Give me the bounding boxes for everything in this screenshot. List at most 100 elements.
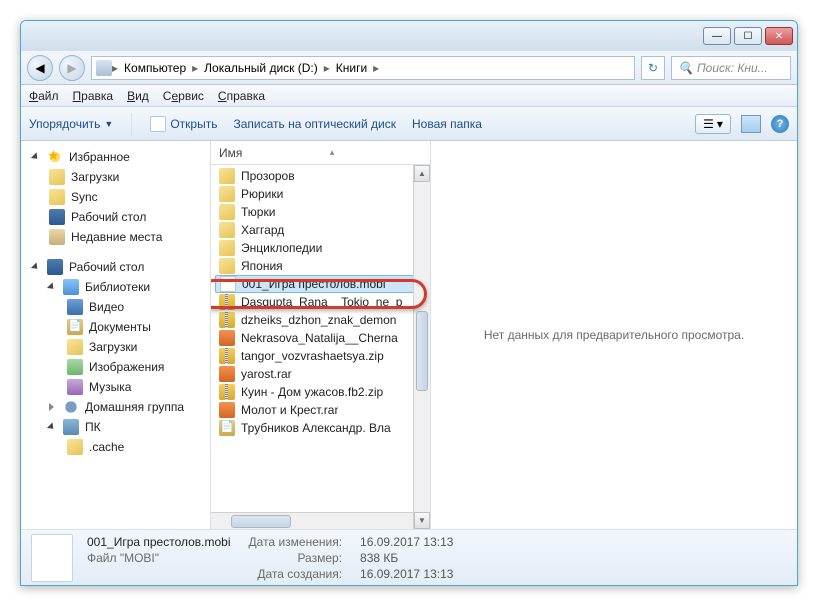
- scroll-thumb[interactable]: [231, 515, 291, 528]
- breadcrumb-part[interactable]: Локальный диск (D:): [198, 61, 324, 75]
- file-row[interactable]: Прозоров: [211, 167, 430, 185]
- file-row[interactable]: 001_Игра престолов.mobi: [215, 275, 426, 293]
- forward-button[interactable]: ▶: [59, 55, 85, 81]
- sidebar-item-documents[interactable]: Документы: [25, 317, 206, 337]
- menu-tools[interactable]: Сервис: [163, 89, 204, 103]
- scroll-thumb[interactable]: [416, 311, 428, 391]
- maximize-button[interactable]: ☐: [734, 27, 762, 45]
- file-list-pane: Имя▴ ПрозоровРюрикиТюрки Хаггард Энциклопе…: [211, 141, 431, 529]
- rar-icon: [219, 330, 235, 346]
- document-icon: [67, 319, 83, 335]
- minimize-button[interactable]: —: [703, 27, 731, 45]
- status-modified-label: Дата изменения:: [249, 535, 343, 549]
- status-modified-value: 16.09.2017 13:13: [360, 535, 453, 549]
- new-folder-button[interactable]: Новая папка: [412, 117, 482, 131]
- sidebar-item-sync[interactable]: Sync: [25, 187, 206, 207]
- preview-pane-button[interactable]: [741, 115, 761, 133]
- sidebar-desktop[interactable]: Рабочий стол: [25, 257, 206, 277]
- file-row[interactable]: Тюрки: [211, 203, 430, 221]
- expand-icon: [47, 282, 56, 291]
- vertical-scrollbar[interactable]: ▲ ▼: [413, 165, 430, 529]
- file-row[interactable]: Трубников Александр. Вла: [211, 419, 430, 437]
- folder-icon: [219, 222, 235, 238]
- menu-view[interactable]: Вид: [127, 89, 149, 103]
- sidebar-item-desktop[interactable]: Рабочий стол: [25, 207, 206, 227]
- file-icon: [220, 276, 236, 292]
- column-header-name[interactable]: Имя▴: [211, 141, 430, 165]
- file-name: Куин - Дом ужасов.fb2.zip: [241, 385, 383, 399]
- file-row[interactable]: Куин - Дом ужасов.fb2.zip: [211, 383, 430, 401]
- video-icon: [67, 299, 83, 315]
- file-name: Молот и Крест.rar: [241, 403, 338, 417]
- file-row[interactable]: yarost.rar: [211, 365, 430, 383]
- close-button[interactable]: ✕: [765, 27, 793, 45]
- scroll-down-icon[interactable]: ▼: [414, 512, 430, 529]
- burn-button[interactable]: Записать на оптический диск: [233, 117, 396, 131]
- file-row[interactable]: Япония: [211, 257, 430, 275]
- status-filename: 001_Игра престолов.mobi: [87, 535, 231, 549]
- menu-edit[interactable]: Правка: [73, 89, 114, 103]
- rar-icon: [219, 402, 235, 418]
- file-row[interactable]: tangor_vozvrashaetsya.zip: [211, 347, 430, 365]
- status-created-value: 16.09.2017 13:13: [360, 567, 453, 581]
- zip-icon: [219, 312, 235, 328]
- doc-icon: [219, 420, 235, 436]
- folder-icon: [67, 339, 83, 355]
- sort-icon: ▴: [330, 147, 335, 158]
- status-size-value: 838 КБ: [360, 551, 453, 565]
- folder-icon: [219, 168, 235, 184]
- menu-file[interactable]: Файл: [29, 89, 59, 103]
- folder-icon: [49, 169, 65, 185]
- chevron-right-icon: ▸: [373, 61, 379, 75]
- view-options-button[interactable]: ☰▾: [695, 114, 731, 134]
- file-list: ПрозоровРюрикиТюрки Хаггард Энциклопедии Яп…: [211, 165, 430, 512]
- file-name: Энциклопедии: [241, 241, 322, 255]
- file-name: dzheiks_dzhon_znak_demon: [241, 313, 396, 327]
- open-button[interactable]: Открыть: [150, 116, 217, 132]
- sidebar-item-downloads[interactable]: Загрузки: [25, 337, 206, 357]
- sidebar-item-downloads[interactable]: Загрузки: [25, 167, 206, 187]
- music-icon: [67, 379, 83, 395]
- file-row[interactable]: Nekrasova_Natalija__Cherna: [211, 329, 430, 347]
- menu-help[interactable]: Справка: [218, 89, 265, 103]
- toolbar: Упорядочить▼ Открыть Записать на оптичес…: [21, 107, 797, 141]
- zip-icon: [219, 294, 235, 310]
- zip-icon: [219, 384, 235, 400]
- file-row[interactable]: Энциклопедии: [211, 239, 430, 257]
- file-thumbnail: [31, 534, 73, 582]
- refresh-button[interactable]: ↻: [641, 56, 665, 80]
- file-row[interactable]: Хаггард: [211, 221, 430, 239]
- back-button[interactable]: ◀: [27, 55, 53, 81]
- sidebar-libraries[interactable]: Библиотеки: [25, 277, 206, 297]
- organize-button[interactable]: Упорядочить▼: [29, 117, 113, 131]
- computer-icon: [96, 60, 112, 76]
- sidebar-pc[interactable]: ПК: [25, 417, 206, 437]
- scroll-up-icon[interactable]: ▲: [414, 165, 430, 182]
- breadcrumb-part[interactable]: Компьютер: [118, 61, 192, 75]
- sidebar-item-recent[interactable]: Недавние места: [25, 227, 206, 247]
- sidebar-homegroup[interactable]: Домашняя группа: [25, 397, 206, 417]
- back-icon: ◀: [35, 61, 44, 75]
- breadcrumb-part[interactable]: Книги: [330, 61, 373, 75]
- file-row[interactable]: Молот и Крест.rar: [211, 401, 430, 419]
- sidebar-favorites[interactable]: Избранное: [25, 147, 206, 167]
- file-row[interactable]: Dasgupta_Rana__Tokio_ne_p: [211, 293, 430, 311]
- zip-icon: [219, 348, 235, 364]
- sidebar-item-cache[interactable]: .cache: [25, 437, 206, 457]
- recent-icon: [49, 229, 65, 245]
- help-button[interactable]: ?: [771, 115, 789, 133]
- file-row[interactable]: dzheiks_dzhon_znak_demon: [211, 311, 430, 329]
- sidebar-item-images[interactable]: Изображения: [25, 357, 206, 377]
- file-name: Хаггард: [241, 223, 284, 237]
- breadcrumb[interactable]: ▸ Компьютер ▸ Локальный диск (D:) ▸ Книг…: [91, 56, 635, 80]
- expand-icon: [31, 152, 40, 161]
- horizontal-scrollbar[interactable]: [211, 512, 430, 529]
- folder-icon: [219, 258, 235, 274]
- file-row[interactable]: Рюрики: [211, 185, 430, 203]
- sidebar-item-music[interactable]: Музыка: [25, 377, 206, 397]
- file-name: yarost.rar: [241, 367, 292, 381]
- sidebar-item-video[interactable]: Видео: [25, 297, 206, 317]
- titlebar: — ☐ ✕: [21, 21, 797, 51]
- forward-icon: ▶: [67, 61, 76, 75]
- search-input[interactable]: 🔍 Поиск: Кни...: [671, 56, 791, 80]
